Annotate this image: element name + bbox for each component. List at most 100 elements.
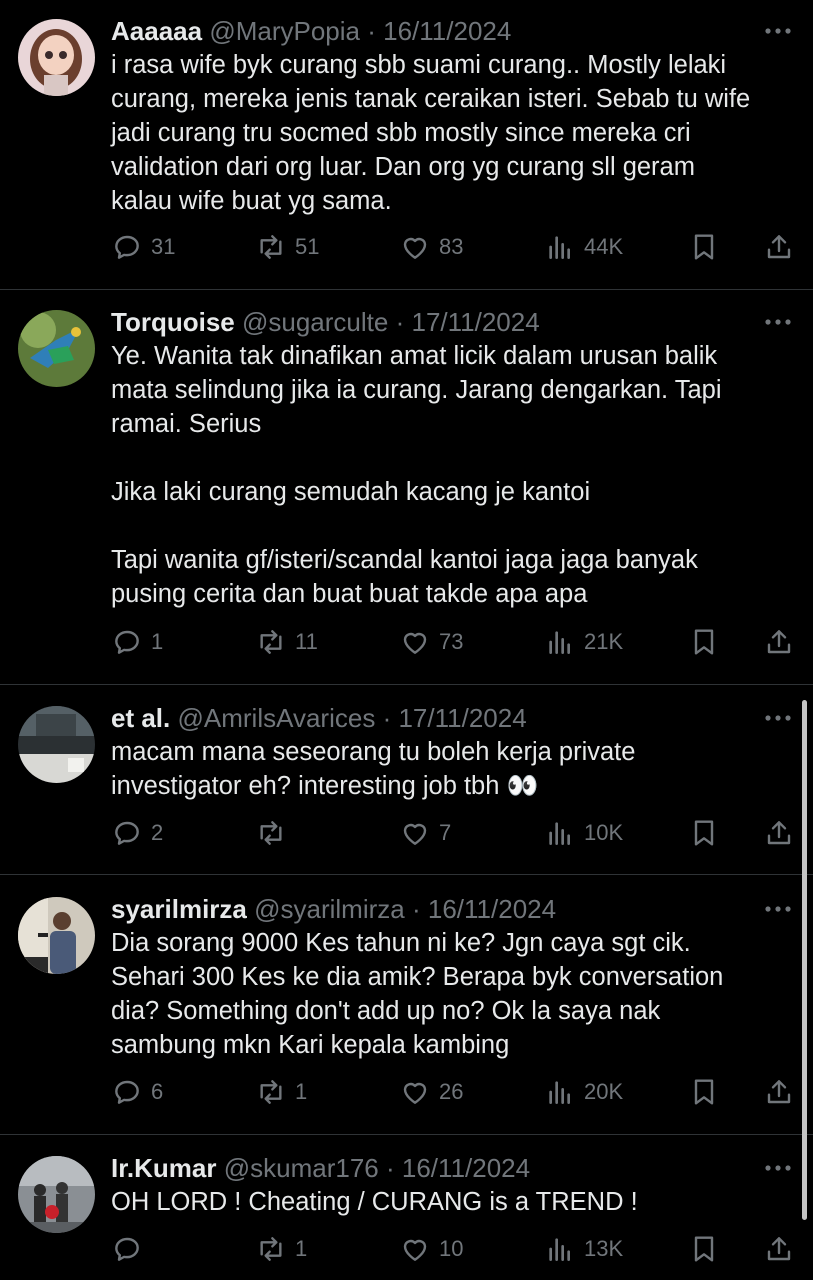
like-count: 73	[439, 629, 464, 654]
heart-icon	[403, 1239, 427, 1261]
views-chart-icon	[549, 631, 570, 654]
tweet-actions: 1 10 13K	[111, 1232, 801, 1266]
repost-count: 51	[295, 234, 320, 259]
bookmark-button[interactable]	[688, 1232, 720, 1266]
bookmark-button[interactable]	[688, 1075, 720, 1109]
bookmark-button[interactable]	[688, 816, 720, 850]
tweet-date[interactable]: 16/11/2024	[428, 894, 556, 924]
user-handle[interactable]: @skumar176	[224, 1153, 379, 1183]
user-handle[interactable]: @syarilmirza	[254, 894, 405, 924]
like-count: 7	[439, 820, 452, 845]
reply-count: 2	[151, 820, 164, 845]
view-count: 13K	[584, 1236, 624, 1261]
more-options-icon[interactable]	[763, 1155, 793, 1181]
tweet-actions: 6 1 26 20K	[111, 1075, 801, 1109]
tweet-text: i rasa wife byk curang sbb suami curang.…	[111, 51, 751, 215]
view-count: 10K	[584, 820, 624, 845]
like-button[interactable]: 10	[399, 1232, 463, 1266]
more-options-icon[interactable]	[763, 896, 793, 922]
repost-icon	[260, 1080, 282, 1104]
repost-button[interactable]: 51	[255, 230, 319, 264]
like-count: 83	[439, 234, 464, 259]
display-name[interactable]: et al.	[111, 703, 170, 733]
reply-icon	[115, 235, 139, 259]
heart-icon	[403, 632, 427, 654]
display-name[interactable]: Torquoise	[111, 307, 235, 337]
repost-icon	[260, 630, 282, 654]
speaker-avatar[interactable]	[18, 897, 95, 974]
share-button[interactable]	[763, 1075, 795, 1109]
user-handle[interactable]: @sugarculte	[242, 307, 388, 337]
views-button[interactable]: 10K	[544, 816, 623, 850]
user-handle[interactable]: @MaryPopia	[209, 16, 360, 46]
street-photo-avatar[interactable]	[18, 1156, 95, 1233]
like-button[interactable]: 26	[399, 1075, 463, 1109]
tweet-text: macam mana seseorang tu boleh kerja priv…	[111, 738, 636, 800]
repost-count: 11	[295, 629, 318, 654]
repost-button[interactable]: 1	[255, 1075, 307, 1109]
bookmark-button[interactable]	[688, 230, 720, 264]
like-button[interactable]: 73	[399, 625, 463, 659]
views-button[interactable]: 44K	[544, 230, 623, 264]
heart-icon	[403, 1082, 427, 1104]
share-icon	[767, 821, 791, 845]
views-chart-icon	[549, 236, 570, 259]
more-options-icon[interactable]	[763, 705, 793, 731]
reply-icon	[115, 1237, 139, 1261]
share-button[interactable]	[763, 625, 795, 659]
reply-button[interactable]: 2	[111, 816, 163, 850]
more-options-icon[interactable]	[763, 309, 793, 335]
share-button[interactable]	[763, 816, 795, 850]
repost-button[interactable]	[255, 816, 295, 850]
reply-count: 1	[151, 629, 164, 654]
repost-icon	[260, 235, 282, 259]
repost-button[interactable]: 1	[255, 1232, 307, 1266]
display-name[interactable]: Aaaaaa	[111, 16, 202, 46]
tweet-date[interactable]: 17/11/2024	[398, 703, 526, 733]
user-handle[interactable]: @AmrilsAvarices	[177, 703, 375, 733]
bookmark-icon	[694, 1236, 714, 1262]
separator-dot: ·	[411, 894, 421, 924]
views-button[interactable]: 21K	[544, 625, 623, 659]
reply-button[interactable]: 31	[111, 230, 175, 264]
heart-icon	[403, 823, 427, 845]
bird-avatar[interactable]	[18, 310, 95, 387]
like-count: 10	[439, 1236, 464, 1261]
tweet-divider	[0, 1134, 813, 1135]
scrollbar[interactable]	[802, 700, 807, 1220]
share-icon	[767, 235, 791, 259]
display-name[interactable]: Ir.Kumar	[111, 1153, 217, 1183]
reply-icon	[115, 630, 139, 654]
views-button[interactable]: 20K	[544, 1075, 623, 1109]
view-count: 44K	[584, 234, 624, 259]
reply-button[interactable]	[111, 1232, 151, 1266]
reply-button[interactable]: 1	[111, 625, 163, 659]
view-count: 20K	[584, 1079, 624, 1104]
tweet-date[interactable]: 16/11/2024	[402, 1153, 530, 1183]
tweet-header: Ir.Kumar @skumar176 · 16/11/2024	[111, 1151, 530, 1185]
tweet-header: Aaaaaa @MaryPopia · 16/11/2024	[111, 14, 511, 48]
tweet-divider	[0, 684, 813, 685]
like-button[interactable]: 7	[399, 816, 451, 850]
repost-button[interactable]: 11	[255, 625, 318, 659]
display-name[interactable]: syarilmirza	[111, 894, 247, 924]
repost-count: 1	[295, 1236, 308, 1261]
share-button[interactable]	[763, 1232, 795, 1266]
reply-icon	[115, 821, 139, 845]
bookmark-button[interactable]	[688, 625, 720, 659]
views-button[interactable]: 13K	[544, 1232, 623, 1266]
tweet-divider	[0, 289, 813, 290]
like-button[interactable]: 83	[399, 230, 463, 264]
tweet-header: Torquoise @sugarculte · 17/11/2024	[111, 305, 540, 339]
window-photo-avatar[interactable]	[18, 706, 95, 783]
repost-icon	[260, 821, 282, 845]
share-button[interactable]	[763, 230, 795, 264]
reply-button[interactable]: 6	[111, 1075, 163, 1109]
tweet-actions: 1 11 73 21K	[111, 625, 801, 659]
more-options-icon[interactable]	[763, 18, 793, 44]
tweet-date[interactable]: 16/11/2024	[383, 16, 511, 46]
cartoon-girl-avatar[interactable]	[18, 19, 95, 96]
bookmark-icon	[694, 1079, 714, 1105]
tweet-date[interactable]: 17/11/2024	[411, 307, 539, 337]
share-icon	[767, 1237, 791, 1261]
